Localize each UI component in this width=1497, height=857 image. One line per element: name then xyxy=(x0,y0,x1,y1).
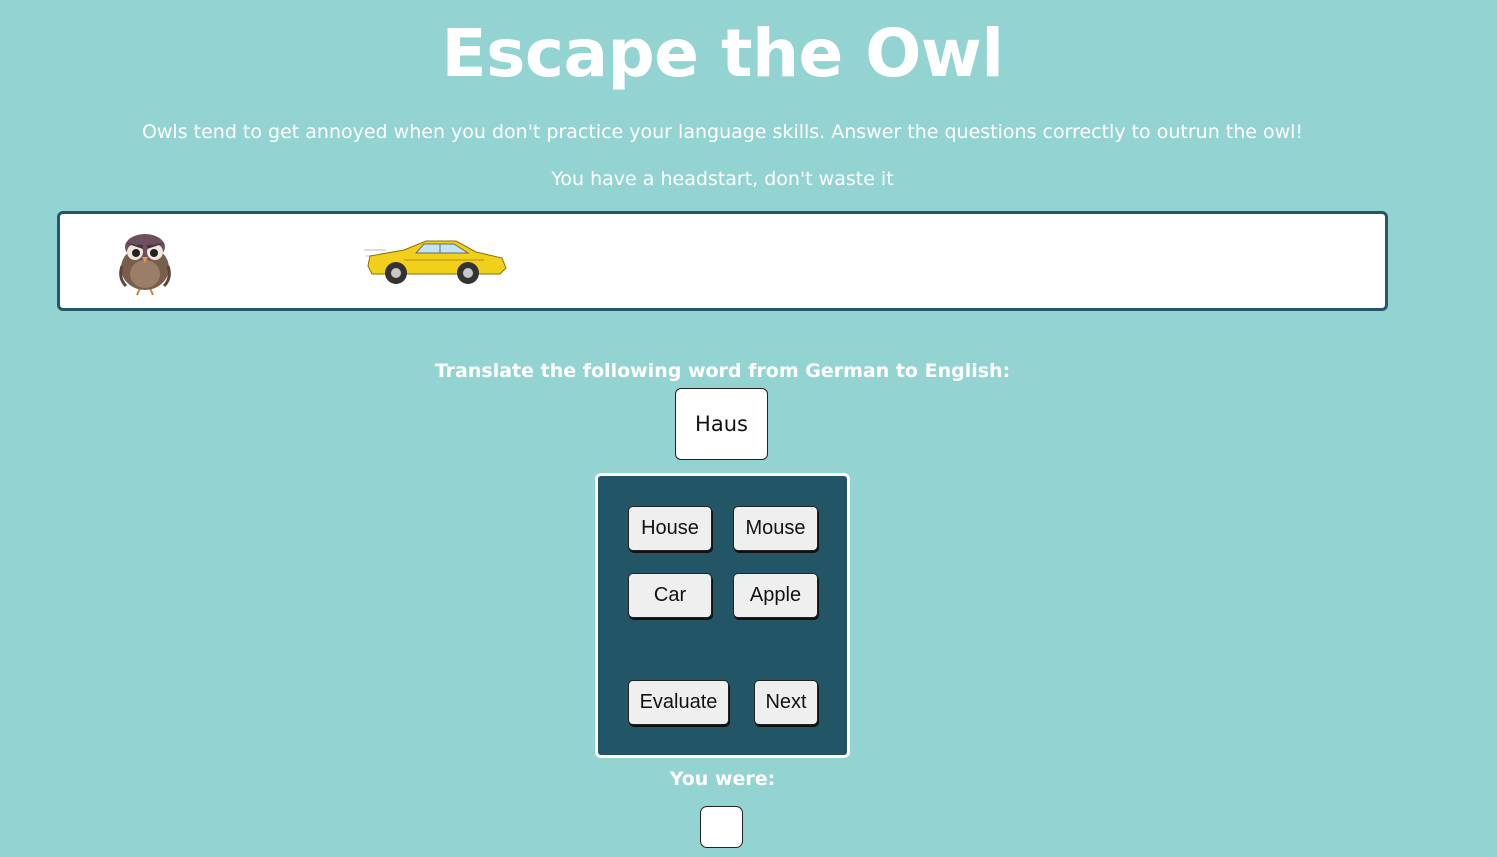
intro-text: Owls tend to get annoyed when you don't … xyxy=(141,121,1304,143)
question-prompt: Translate the following word from German… xyxy=(434,360,1011,382)
page-title: Escape the Owl xyxy=(441,15,1005,92)
answer-apple-button[interactable]: Apple xyxy=(733,573,818,618)
angry-owl-icon xyxy=(119,234,171,296)
next-button[interactable]: Next xyxy=(754,680,818,725)
page: Escape the Owl Owls tend to get annoyed … xyxy=(0,0,1497,857)
answer-mouse-button[interactable]: Mouse xyxy=(733,506,818,551)
answer-car-button[interactable]: Car xyxy=(628,573,712,618)
answer-house-button[interactable]: House xyxy=(628,506,712,551)
german-word: Haus xyxy=(675,388,768,460)
result-box xyxy=(700,806,743,848)
yellow-sports-car-icon xyxy=(364,240,507,284)
evaluate-button[interactable]: Evaluate xyxy=(628,680,729,725)
result-label: You were: xyxy=(669,768,776,790)
race-track xyxy=(57,211,1388,311)
headstart-text: You have a headstart, don't waste it xyxy=(551,168,894,190)
answer-panel: House Mouse Car Apple Evaluate Next xyxy=(595,473,850,758)
